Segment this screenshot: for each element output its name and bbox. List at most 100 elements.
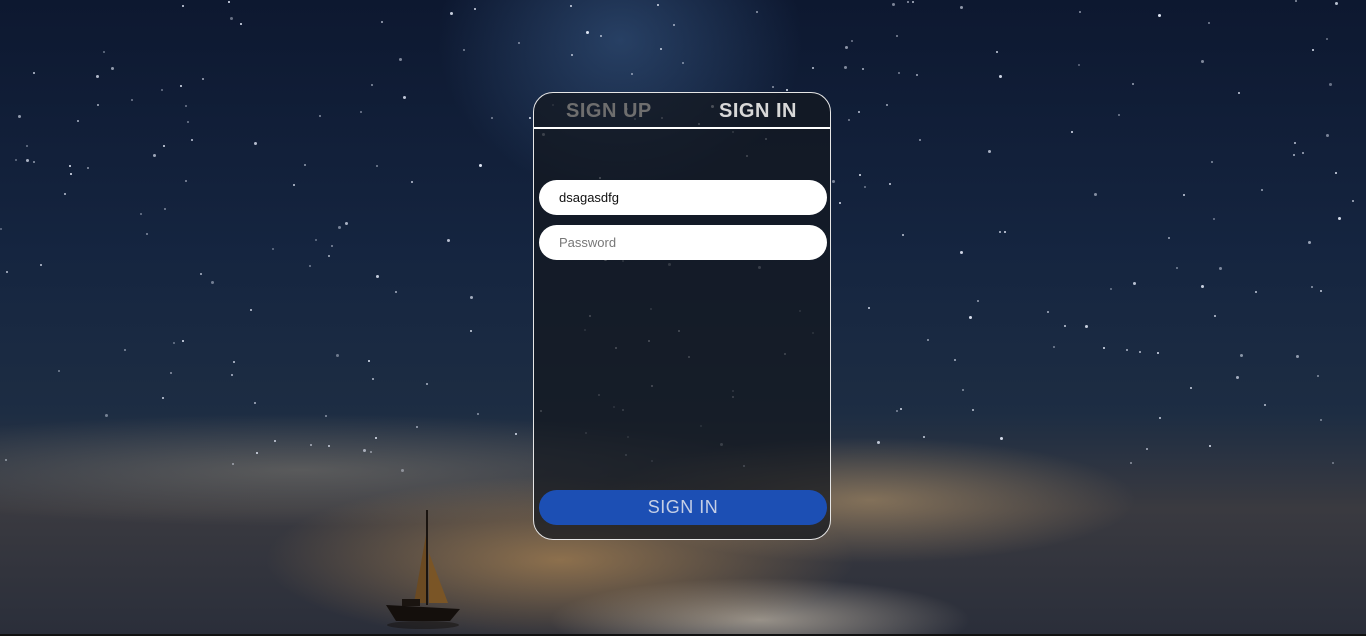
star <box>529 117 531 119</box>
star <box>479 164 482 167</box>
star <box>105 414 108 417</box>
star <box>1214 315 1216 317</box>
sailboat-image <box>386 510 460 629</box>
star <box>447 239 450 242</box>
star <box>477 413 479 415</box>
star <box>858 111 860 113</box>
star <box>131 99 133 101</box>
star <box>293 184 295 186</box>
star <box>331 245 333 247</box>
star <box>211 281 214 284</box>
star <box>960 6 963 9</box>
star <box>515 433 517 435</box>
star <box>1332 462 1334 464</box>
star <box>1294 142 1296 144</box>
star <box>58 370 60 372</box>
star <box>1326 38 1328 40</box>
star <box>87 167 89 169</box>
star <box>1302 152 1304 154</box>
star <box>18 115 21 118</box>
star <box>927 339 929 341</box>
star <box>877 441 880 444</box>
star <box>338 226 341 229</box>
star <box>254 142 257 145</box>
star <box>33 161 35 163</box>
star <box>832 180 835 183</box>
star <box>191 139 193 141</box>
star <box>187 121 189 123</box>
star <box>1208 22 1210 24</box>
star <box>1335 172 1337 174</box>
star <box>180 85 182 87</box>
star <box>1000 437 1003 440</box>
star <box>470 296 473 299</box>
star <box>470 330 472 332</box>
star <box>325 415 327 417</box>
star <box>772 86 774 88</box>
star <box>1238 92 1240 94</box>
username-input[interactable] <box>539 180 827 215</box>
star <box>381 21 383 23</box>
star <box>902 234 904 236</box>
star <box>202 78 204 80</box>
star <box>600 35 602 37</box>
star <box>1312 49 1314 51</box>
star <box>182 5 184 7</box>
star <box>889 183 891 185</box>
star <box>1264 404 1266 406</box>
star <box>586 31 589 34</box>
star <box>1064 325 1066 327</box>
star <box>996 51 998 53</box>
star <box>161 89 163 91</box>
star <box>370 451 372 453</box>
star <box>124 349 126 351</box>
star <box>916 74 918 76</box>
star <box>1240 354 1243 357</box>
star <box>969 316 972 319</box>
tab-sign-up[interactable]: SIGN UP <box>566 100 652 123</box>
star <box>1094 193 1097 196</box>
auth-tabs: SIGN UP SIGN IN <box>534 93 830 129</box>
password-input[interactable] <box>539 225 827 260</box>
sign-in-button[interactable]: SIGN IN <box>539 490 827 525</box>
star <box>892 3 895 6</box>
star <box>756 11 758 13</box>
star <box>657 4 659 6</box>
star <box>274 440 276 442</box>
star <box>919 139 921 141</box>
star <box>1190 387 1192 389</box>
star <box>26 159 29 162</box>
star <box>962 389 964 391</box>
star <box>232 463 234 465</box>
star <box>70 173 72 175</box>
star <box>153 154 156 157</box>
star <box>1103 347 1105 349</box>
tab-sign-in[interactable]: SIGN IN <box>719 100 797 123</box>
star <box>660 48 662 50</box>
star <box>111 67 114 70</box>
star <box>416 426 418 428</box>
star <box>859 174 861 176</box>
star <box>570 5 572 7</box>
star <box>319 115 321 117</box>
star <box>231 374 233 376</box>
star <box>256 452 258 454</box>
star <box>848 119 850 121</box>
star <box>839 202 841 204</box>
star <box>896 35 898 37</box>
star <box>1338 217 1341 220</box>
star <box>1261 189 1263 191</box>
star <box>1320 290 1322 292</box>
star <box>6 271 8 273</box>
star <box>371 84 373 86</box>
star <box>1130 462 1132 464</box>
star <box>1326 134 1329 137</box>
star <box>77 120 79 122</box>
star <box>851 40 853 42</box>
star <box>786 89 788 91</box>
star <box>1139 351 1141 353</box>
auth-card: SIGN UP SIGN IN SIGN IN <box>533 92 831 540</box>
star <box>328 445 330 447</box>
star <box>673 24 675 26</box>
star <box>1168 237 1170 239</box>
